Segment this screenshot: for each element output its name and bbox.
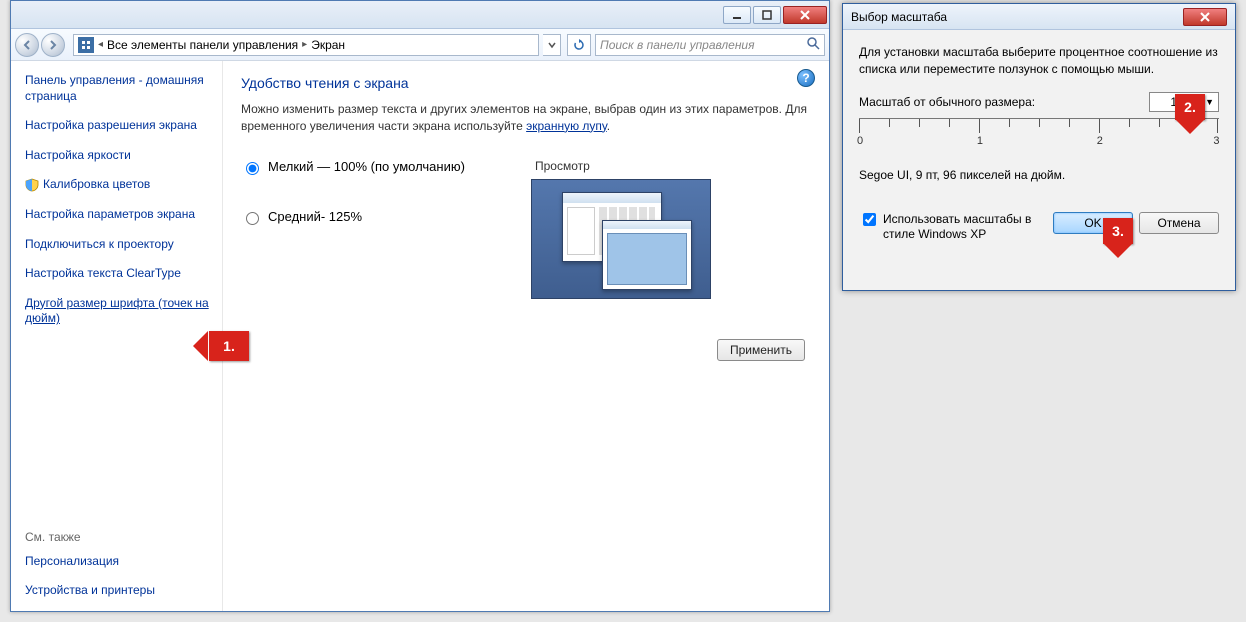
- shield-icon: [25, 178, 39, 192]
- titlebar: [11, 1, 829, 29]
- close-button[interactable]: [783, 6, 827, 24]
- radio-small[interactable]: [246, 162, 259, 175]
- ruler-1: 1: [977, 135, 983, 147]
- breadcrumb-current[interactable]: Экран: [311, 38, 345, 52]
- sidebar-home[interactable]: Панель управления - домашняя страница: [25, 73, 214, 104]
- sidebar-resolution[interactable]: Настройка разрешения экрана: [25, 118, 214, 134]
- desc-text: Можно изменить размер текста и других эл…: [241, 102, 807, 133]
- breadcrumb-root[interactable]: Все элементы панели управления: [107, 38, 298, 52]
- sidebar-personalization[interactable]: Персонализация: [25, 554, 214, 570]
- radio-small-row[interactable]: Мелкий — 100% (по умолчанию): [241, 159, 501, 175]
- maximize-button[interactable]: [753, 6, 781, 24]
- content-pane: ? Удобство чтения с экрана Можно изменит…: [223, 61, 829, 611]
- search-placeholder: Поиск в панели управления: [600, 38, 755, 52]
- search-input[interactable]: Поиск в панели управления: [595, 34, 825, 56]
- refresh-button[interactable]: [567, 34, 591, 56]
- sidebar: Панель управления - домашняя страница На…: [11, 61, 223, 611]
- ruler-0: 0: [857, 135, 863, 147]
- scale-ruler[interactable]: 0 1 2 3: [859, 118, 1219, 158]
- breadcrumb[interactable]: ◂ Все элементы панели управления ▸ Экран: [73, 34, 539, 56]
- sidebar-calibration[interactable]: Калибровка цветов: [43, 177, 150, 193]
- callout-3: 3.: [1103, 218, 1133, 244]
- radio-small-label: Мелкий — 100% (по умолчанию): [268, 159, 465, 174]
- nav-back-button[interactable]: [15, 33, 39, 57]
- sidebar-dpi[interactable]: Другой размер шрифта (точек на дюйм): [25, 296, 214, 327]
- sidebar-cleartype[interactable]: Настройка текста ClearType: [25, 266, 214, 282]
- magnifier-link[interactable]: экранную лупу: [526, 119, 607, 133]
- xp-style-label: Использовать масштабы в стиле Windows XP: [883, 212, 1039, 243]
- dialog-description: Для установки масштаба выберите процентн…: [859, 44, 1219, 78]
- dialog-title: Выбор масштаба: [851, 10, 947, 24]
- navigation-bar: ◂ Все элементы панели управления ▸ Экран…: [11, 29, 829, 61]
- sidebar-projector[interactable]: Подключиться к проектору: [25, 237, 214, 253]
- ruler-3: 3: [1213, 135, 1219, 147]
- scale-label: Масштаб от обычного размера:: [859, 95, 1141, 109]
- cancel-button[interactable]: Отмена: [1139, 212, 1219, 234]
- scale-dialog: Выбор масштаба Для установки масштаба вы…: [842, 3, 1236, 291]
- xp-style-checkbox-row[interactable]: Использовать масштабы в стиле Windows XP: [859, 212, 1039, 243]
- help-icon[interactable]: ?: [797, 69, 815, 87]
- sidebar-also-header: См. также: [25, 530, 214, 544]
- preview-label: Просмотр: [531, 159, 711, 173]
- radio-medium[interactable]: [246, 212, 259, 225]
- xp-style-checkbox[interactable]: [863, 213, 876, 226]
- ruler-2: 2: [1097, 135, 1103, 147]
- dialog-sample-text: Segoe UI, 9 пт, 96 пикселей на дюйм.: [859, 168, 1219, 182]
- apply-button[interactable]: Применить: [717, 339, 805, 361]
- search-icon: [806, 36, 820, 53]
- breadcrumb-dropdown[interactable]: [543, 34, 561, 56]
- nav-forward-button[interactable]: [41, 33, 65, 57]
- control-panel-icon: [78, 37, 94, 53]
- display-settings-window: ◂ Все элементы панели управления ▸ Экран…: [10, 0, 830, 612]
- sidebar-brightness[interactable]: Настройка яркости: [25, 148, 214, 164]
- sidebar-devices[interactable]: Устройства и принтеры: [25, 583, 214, 599]
- minimize-button[interactable]: [723, 6, 751, 24]
- dialog-close-button[interactable]: [1183, 8, 1227, 26]
- page-description: Можно изменить размер текста и других эл…: [241, 101, 811, 135]
- chevron-right-icon: ▸: [302, 39, 307, 50]
- callout-1-label: 1.: [223, 338, 235, 354]
- preview-image: [531, 179, 711, 299]
- breadcrumb-sep-icon: ◂: [98, 39, 103, 50]
- chevron-down-icon: ▼: [1205, 97, 1214, 107]
- callout-1: 1.: [209, 331, 249, 361]
- callout-2-label: 2.: [1184, 99, 1196, 115]
- desc-text-after: .: [607, 119, 610, 133]
- sidebar-params[interactable]: Настройка параметров экрана: [25, 207, 214, 223]
- callout-2: 2.: [1175, 94, 1205, 120]
- callout-3-label: 3.: [1112, 223, 1124, 239]
- dialog-titlebar: Выбор масштаба: [843, 4, 1235, 30]
- radio-medium-label: Средний- 125%: [268, 209, 362, 224]
- page-title: Удобство чтения с экрана: [241, 75, 811, 91]
- radio-medium-row[interactable]: Средний- 125%: [241, 209, 501, 225]
